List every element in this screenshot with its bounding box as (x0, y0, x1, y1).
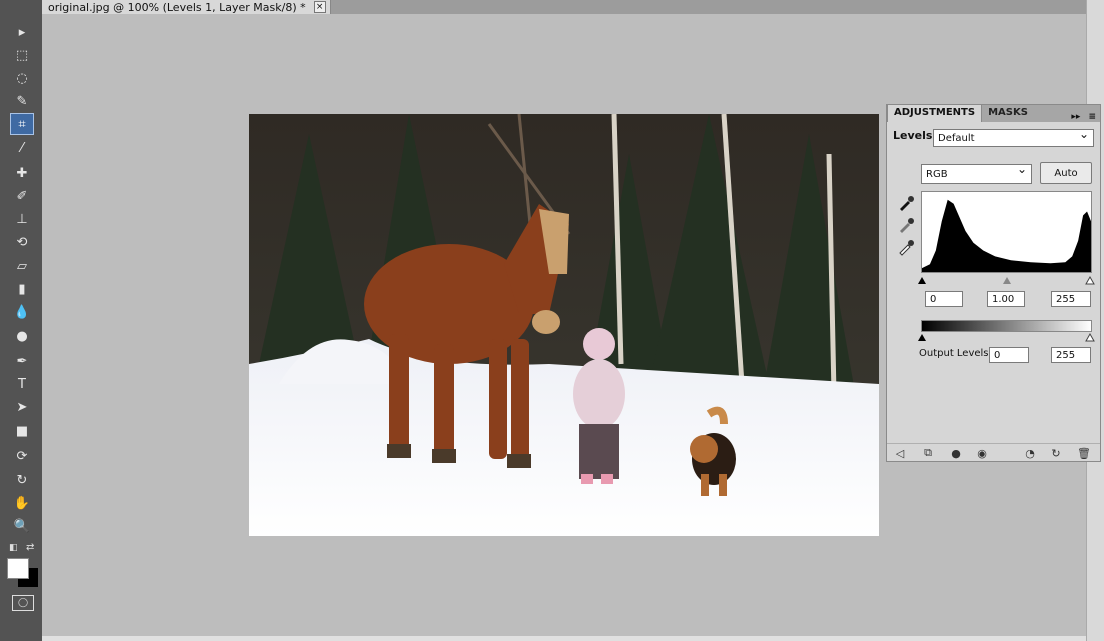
white-point-eyedropper-icon[interactable] (897, 238, 915, 256)
channel-dropdown[interactable]: RGB (921, 162, 1032, 184)
dodge-tool-icon[interactable]: ● (11, 326, 33, 346)
reset-icon[interactable]: ↻ (1049, 446, 1063, 460)
output-white-value: 255 (1056, 349, 1076, 361)
3d-orbit-tool-icon[interactable]: ↻ (11, 470, 33, 490)
clip-to-layer-icon[interactable]: ⧉ (921, 446, 935, 460)
input-gamma-handle (1003, 277, 1011, 284)
back-arrow-icon[interactable]: ◁ (893, 446, 907, 460)
input-black-field[interactable]: 0 (925, 291, 963, 307)
input-white-handle (1085, 275, 1095, 285)
black-point-eyedropper-icon[interactable] (897, 194, 915, 212)
3d-rotate-tool-icon[interactable]: ⟳ (11, 446, 33, 466)
output-levels-slider[interactable] (918, 332, 1096, 342)
crop-tool-icon[interactable]: ⌗ (10, 113, 34, 135)
input-black-handle (918, 277, 926, 284)
levels-label: Levels (893, 129, 933, 142)
panel-tabs: ADJUSTMENTS MASKS ▸▸ ≡ (887, 104, 1100, 122)
input-white-value: 255 (1056, 293, 1076, 305)
output-white-handle (1085, 332, 1095, 342)
input-black-value: 0 (930, 293, 937, 305)
trash-icon[interactable]: 🗑 (1077, 446, 1091, 460)
default-colors-icon[interactable]: ◧ (9, 543, 18, 553)
quick-select-tool-icon[interactable]: ✎ (11, 91, 33, 111)
tab-masks[interactable]: MASKS (982, 105, 1034, 122)
preset-value: Default (938, 132, 975, 144)
collapse-panel-icon[interactable]: ▸▸ (1071, 112, 1080, 122)
output-gradient (921, 320, 1092, 332)
gradient-tool-icon[interactable]: ▮ (11, 279, 33, 299)
layer-mask-icon[interactable]: ● (949, 446, 963, 460)
zoom-tool-icon[interactable]: 🔍 (11, 516, 33, 536)
close-icon[interactable]: × (313, 1, 326, 13)
swap-colors-icon[interactable]: ⇄ (26, 542, 34, 553)
output-levels-label: Output Levels: (919, 348, 992, 359)
blur-tool-icon[interactable]: 💧 (11, 302, 33, 322)
pen-tool-icon[interactable]: ✒ (11, 351, 33, 371)
healing-brush-tool-icon[interactable]: ✚ (11, 163, 33, 183)
output-white-field[interactable]: 255 (1051, 347, 1091, 363)
marquee-tool-icon[interactable]: ⬚ (11, 45, 33, 65)
panel-footer: ◁ ⧉ ● ◉ ◔ ↻ 🗑 (887, 443, 1100, 462)
view-previous-icon[interactable]: ◔ (1023, 446, 1037, 460)
channel-value: RGB (926, 168, 948, 180)
eyedropper-tool-icon[interactable]: ⁄ (11, 138, 33, 158)
path-select-tool-icon[interactable]: ➤ (11, 397, 33, 417)
foreground-color-swatch[interactable] (7, 558, 29, 579)
output-black-field[interactable]: 0 (989, 347, 1029, 363)
type-tool-icon[interactable]: T (11, 374, 33, 394)
document-tab[interactable]: original.jpg @ 100% (Levels 1, Layer Mas… (42, 0, 331, 14)
hand-tool-icon[interactable]: ✋ (11, 493, 33, 513)
tab-adjustments[interactable]: ADJUSTMENTS (887, 104, 983, 122)
visibility-eye-icon[interactable]: ◉ (975, 446, 989, 460)
input-gamma-field[interactable]: 1.00 (987, 291, 1025, 307)
document-image[interactable] (249, 114, 879, 536)
auto-button[interactable]: Auto (1040, 162, 1092, 184)
input-gamma-value: 1.00 (992, 293, 1015, 305)
levels-histogram (921, 191, 1092, 273)
tools-panel: ▸ ⬚ ◌ ✎ ⌗ ⁄ ✚ ✐ ⊥ ⟲ ▱ ▮ 💧 ● ✒ T ➤ ■ ⟳ ↻ ✋ 🔍 (0, 0, 42, 641)
eraser-tool-icon[interactable]: ▱ (11, 256, 33, 276)
move-tool-icon[interactable]: ▸ (11, 22, 33, 42)
clone-stamp-tool-icon[interactable]: ⊥ (11, 209, 33, 229)
output-black-handle (918, 334, 926, 341)
history-brush-tool-icon[interactable]: ⟲ (11, 232, 33, 252)
input-levels-slider[interactable] (918, 275, 1096, 285)
preset-dropdown[interactable]: Default (933, 127, 1094, 147)
shape-tool-icon[interactable]: ■ (11, 421, 33, 441)
lasso-tool-icon[interactable]: ◌ (11, 68, 33, 88)
input-white-field[interactable]: 255 (1051, 291, 1091, 307)
panel-menu-icon[interactable]: ≡ (1088, 112, 1096, 122)
status-bar (42, 636, 1086, 641)
document-tab-title: original.jpg @ 100% (Levels 1, Layer Mas… (48, 0, 306, 14)
gray-point-eyedropper-icon[interactable] (897, 216, 915, 234)
output-black-value: 0 (994, 349, 1001, 361)
brush-tool-icon[interactable]: ✐ (11, 186, 33, 206)
quick-mask-icon[interactable]: ◯ (12, 595, 34, 611)
